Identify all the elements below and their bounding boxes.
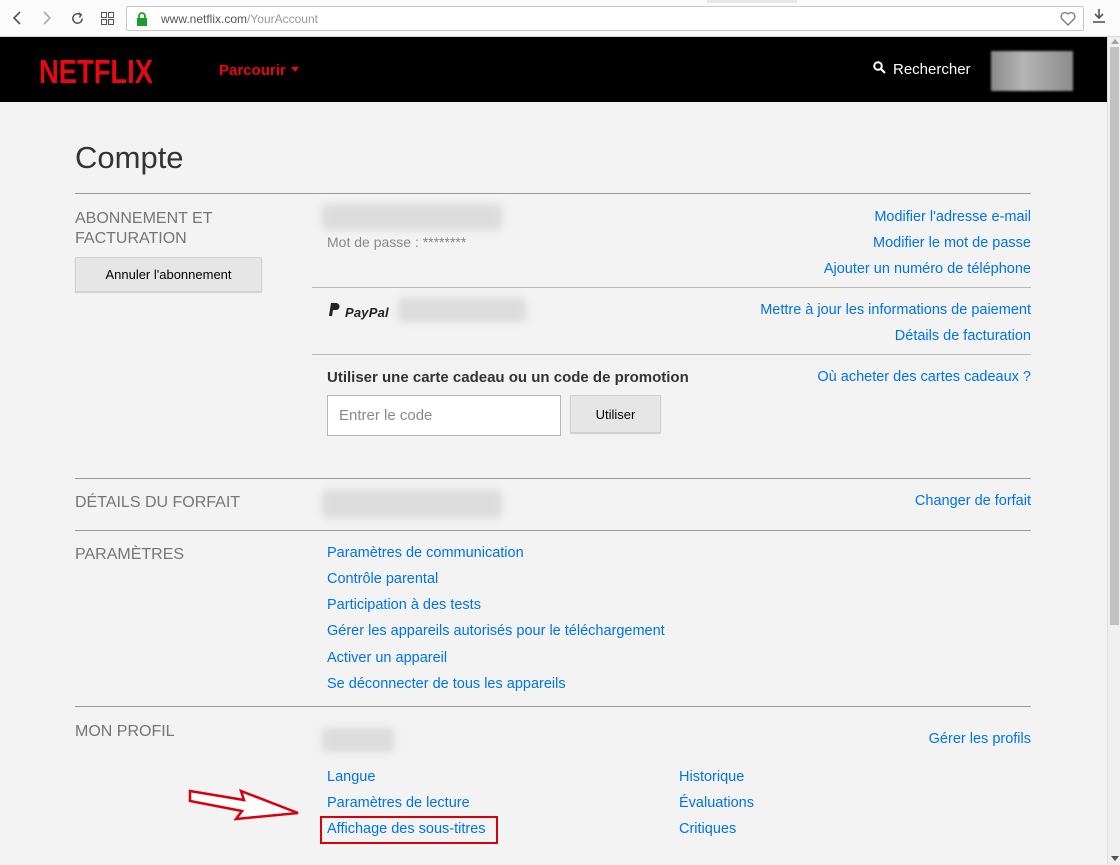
scroll-thumb[interactable] [1110, 47, 1119, 625]
plan-divider [75, 478, 1031, 479]
download-devices-link[interactable]: Gérer les appareils autorisés pour le té… [327, 623, 665, 639]
ratings-link[interactable]: Évaluations [679, 795, 754, 811]
reload-icon[interactable] [66, 7, 88, 29]
reviews-link[interactable]: Critiques [679, 821, 736, 837]
annotation-arrow-icon [188, 787, 300, 828]
paypal-logo: PayPal [327, 302, 389, 322]
change-plan-link[interactable]: Changer de forfait [915, 493, 1031, 509]
sign-out-all-devices-link[interactable]: Se déconnecter de tous les appareils [327, 676, 566, 692]
password-text: Mot de passe : ******** [327, 234, 467, 250]
page-title: Compte [75, 140, 184, 175]
netflix-logo[interactable]: NETFLIX [38, 53, 154, 92]
back-icon[interactable] [6, 7, 28, 29]
browser-toolbar: www.netflix.com/YourAccount [0, 0, 1120, 37]
url-text: www.netflix.com/YourAccount [161, 12, 318, 26]
settings-divider [75, 530, 1031, 531]
netflix-logo-text: NETFLIX [39, 53, 153, 87]
scroll-up-icon[interactable] [1111, 39, 1119, 44]
email-redacted [322, 204, 502, 230]
language-link[interactable]: Langue [327, 769, 375, 785]
browse-label: Parcourir [219, 62, 286, 79]
profile-divider [75, 706, 1031, 707]
cancel-membership-button[interactable]: Annuler l'abonnement [75, 257, 262, 292]
promo-label: Utiliser une carte cadeau ou un code de … [327, 369, 689, 386]
paypal-account-redacted [398, 298, 526, 322]
promo-divider [312, 354, 1031, 355]
update-payment-link[interactable]: Mettre à jour les informations de paieme… [760, 302, 1031, 318]
viewing-activity-link[interactable]: Historique [679, 769, 744, 785]
download-icon[interactable] [1092, 8, 1106, 29]
tab-sliver [707, 0, 797, 3]
search-button[interactable]: Rechercher [873, 61, 971, 78]
plan-redacted [322, 490, 502, 518]
grid-icon[interactable] [96, 7, 118, 29]
settings-section-label: PARAMÈTRES [75, 546, 185, 563]
parental-control-link[interactable]: Contrôle parental [327, 571, 438, 587]
forward-icon[interactable] [36, 7, 58, 29]
redeem-button[interactable]: Utiliser [570, 395, 661, 433]
manage-profiles-link[interactable]: Gérer les profils [929, 731, 1031, 747]
billing-divider [312, 287, 1031, 288]
paypal-text: PayPal [345, 304, 389, 320]
plan-section-label: DÉTAILS DU FORFAIT [75, 494, 241, 511]
where-buy-gift-card-link[interactable]: Où acheter des cartes cadeaux ? [817, 369, 1031, 385]
title-divider [75, 193, 1031, 194]
activate-device-link[interactable]: Activer un appareil [327, 650, 447, 666]
change-password-link[interactable]: Modifier le mot de passe [873, 235, 1031, 251]
heart-icon[interactable] [1060, 11, 1076, 31]
playback-settings-link[interactable]: Paramètres de lecture [327, 795, 470, 811]
scroll-down-icon[interactable] [1111, 856, 1119, 861]
promo-code-input[interactable] [327, 395, 561, 436]
billing-details-link[interactable]: Détails de facturation [895, 328, 1031, 344]
membership-section-label: ABONNEMENT ET FACTURATION [75, 210, 213, 247]
address-bar[interactable]: www.netflix.com/YourAccount [126, 6, 1084, 31]
profile-name-redacted [322, 728, 394, 752]
netflix-header: NETFLIX Parcourir Rechercher [0, 37, 1107, 102]
add-phone-link[interactable]: Ajouter un numéro de téléphone [824, 261, 1031, 277]
communication-settings-link[interactable]: Paramètres de communication [327, 545, 524, 561]
test-participation-link[interactable]: Participation à des tests [327, 597, 481, 613]
search-label: Rechercher [893, 61, 971, 78]
profile-section-label: MON PROFIL [75, 723, 175, 740]
search-icon [873, 61, 886, 78]
change-email-link[interactable]: Modifier l'adresse e-mail [874, 209, 1031, 225]
scrollbar[interactable] [1107, 37, 1120, 865]
profile-avatar[interactable] [991, 51, 1073, 91]
lock-icon [136, 12, 148, 31]
browse-menu[interactable]: Parcourir [219, 62, 299, 79]
caret-down-icon [290, 67, 299, 72]
paypal-icon [327, 302, 340, 322]
subtitle-highlight-box [320, 816, 498, 844]
